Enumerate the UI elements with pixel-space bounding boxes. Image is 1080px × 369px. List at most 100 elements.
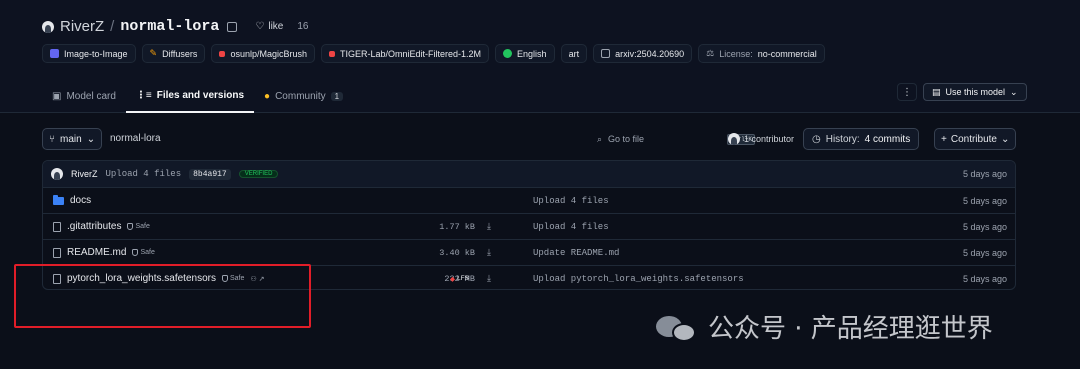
owner-avatar[interactable] — [42, 20, 54, 33]
diffusers-icon: ✎ — [149, 48, 158, 58]
tag-diffusers[interactable]: ✎ Diffusers — [141, 44, 206, 63]
branch-icon: ⑂ — [49, 133, 55, 145]
safe-badge: Safe — [127, 223, 150, 230]
tag-label: osunlp/MagicBrush — [230, 48, 307, 59]
table-row[interactable]: README.md Safe 3.40 kB ⤓ Update README.m… — [43, 239, 1015, 265]
tab-label: Files and versions — [156, 90, 245, 101]
like-button[interactable]: ♡ like — [255, 21, 283, 32]
community-count: 1 — [330, 92, 344, 101]
code-icon: ▤ — [932, 86, 941, 97]
file-time: 5 days ago — [962, 247, 1007, 258]
history-icon: ◷ — [812, 133, 821, 145]
file-name[interactable]: .gitattributes — [67, 221, 121, 232]
like-count[interactable]: 16 — [297, 21, 308, 32]
watermark: 公众号 · 产品经理逛世界 — [656, 308, 993, 345]
file-time: 5 days ago — [962, 195, 1007, 206]
tag-image-to-image[interactable]: Image-to-Image — [42, 44, 136, 63]
history-count: 4 commits — [864, 133, 911, 145]
dataset-icon — [328, 50, 335, 57]
repo-header: RiverZ / normal-lora ♡ like 16 Image-to-… — [0, 0, 1080, 113]
repo-owner-link[interactable]: RiverZ — [60, 18, 104, 35]
lfs-badge: ◆ LFS — [450, 275, 469, 283]
contribute-button[interactable]: + Contribute ⌄ — [934, 128, 1016, 150]
shield-icon — [132, 249, 139, 256]
search-icon: ⌕ — [597, 133, 603, 144]
tag-label: Diffusers — [162, 48, 198, 59]
folder-name[interactable]: docs — [70, 195, 91, 206]
lfs-icon: ◆ — [450, 275, 455, 283]
heart-icon: ♡ — [255, 21, 265, 32]
last-commit-bar: RiverZ Upload 4 files 8b4a917 VERIFIED 5… — [43, 161, 1015, 187]
contributor-avatar — [728, 133, 740, 145]
tag-label: no-commercial — [757, 48, 817, 59]
file-name-cell[interactable]: .gitattributes Safe — [53, 221, 150, 232]
file-name-cell[interactable]: docs — [53, 194, 91, 206]
file-icon — [53, 247, 61, 258]
tag-art[interactable]: art — [560, 44, 588, 63]
globe-icon — [503, 49, 513, 58]
safe-badge: Safe — [132, 249, 155, 256]
table-row[interactable]: .gitattributes Safe 1.77 kB ⤓ Upload 4 f… — [43, 213, 1015, 239]
file-size: 3.40 kB — [439, 247, 475, 258]
watermark-text: 公众号 · 产品经理逛世界 — [708, 314, 993, 344]
commit-author[interactable]: RiverZ — [71, 169, 98, 179]
repo-tabs: ▣ Model card ⋮≡ Files and versions ● Com… — [42, 80, 353, 113]
tab-files-and-versions[interactable]: ⋮≡ Files and versions — [125, 80, 255, 113]
file-size: 1.77 kB — [439, 221, 475, 232]
tag-label: English — [517, 48, 547, 59]
verified-badge: VERIFIED — [238, 170, 279, 178]
download-icon[interactable]: ⤓ — [487, 221, 491, 232]
file-time: 5 days ago — [962, 273, 1007, 284]
download-icon[interactable]: ⤓ — [487, 273, 491, 284]
commit-hash[interactable]: 8b4a917 — [189, 168, 231, 180]
file-time: 5 days ago — [962, 221, 1007, 232]
file-commit-message[interactable]: Upload pytorch_lora_weights.safetensors — [533, 274, 744, 284]
shield-icon — [127, 223, 134, 230]
path-separator: / — [110, 18, 115, 35]
tab-community[interactable]: ● Community 1 — [254, 80, 353, 113]
tag-arxiv[interactable]: arxiv:2504.20690 — [593, 44, 693, 63]
tag-english[interactable]: English — [495, 44, 555, 63]
table-row[interactable]: docs Upload 4 files 5 days ago — [43, 187, 1015, 213]
tag-label: Image-to-Image — [64, 48, 128, 59]
copy-icon[interactable] — [227, 21, 238, 32]
file-name[interactable]: README.md — [67, 247, 126, 258]
file-commit-message[interactable]: Upload 4 files — [533, 222, 609, 232]
history-button[interactable]: ◷ History: 4 commits — [803, 128, 920, 150]
tag-label: art — [568, 48, 580, 59]
use-model-label: Use this model — [945, 87, 1006, 97]
tag-license[interactable]: ⚖ License: no-commercial — [698, 44, 825, 63]
file-commit-message[interactable]: Upload 4 files — [533, 196, 609, 206]
commit-message[interactable]: Upload 4 files — [106, 169, 182, 179]
files-toolbar: ⑂ main ⌄ normal-lora ⌕ Go to file Ctrl+K… — [42, 128, 1016, 150]
lfs-label: LFS — [457, 275, 469, 282]
contributors-link[interactable]: 1 contributor — [728, 133, 794, 145]
breadcrumb[interactable]: normal-lora — [110, 133, 161, 144]
commit-author-avatar — [51, 168, 63, 180]
safe-label: Safe — [135, 223, 150, 230]
highlight-annotation-box — [14, 264, 311, 328]
go-to-file-placeholder: Go to file — [608, 134, 645, 144]
dataset-icon — [219, 50, 226, 57]
download-icon[interactable]: ⤓ — [487, 247, 491, 258]
tag-label: arxiv:2504.20690 — [615, 48, 685, 59]
branch-name: main — [60, 133, 82, 145]
file-name-cell[interactable]: README.md Safe — [53, 247, 155, 258]
branch-selector[interactable]: ⑂ main ⌄ — [42, 128, 103, 150]
tag-dataset-omniedit[interactable]: TIGER-Lab/OmniEdit-Filtered-1.2M — [320, 44, 490, 63]
file-icon — [53, 221, 61, 232]
contributors-label: 1 contributor — [744, 134, 795, 144]
tab-model-card[interactable]: ▣ Model card — [42, 80, 126, 113]
chevron-down-icon: ⌄ — [86, 133, 96, 145]
image-to-image-icon — [50, 49, 59, 58]
repo-name-link[interactable]: normal-lora — [120, 18, 219, 35]
file-commit-message[interactable]: Update README.md — [533, 248, 619, 258]
wechat-icon — [656, 312, 698, 342]
tag-label-prefix: License: — [719, 48, 753, 59]
use-this-model-button[interactable]: ▤ Use this model ⌄ — [923, 83, 1027, 101]
tab-label: Community — [275, 91, 326, 102]
more-options-button[interactable]: ⋮ — [897, 83, 917, 101]
tag-list: Image-to-Image ✎ Diffusers osunlp/MagicB… — [42, 44, 825, 63]
commit-time: 5 days ago — [962, 169, 1007, 179]
tag-dataset-magicbrush[interactable]: osunlp/MagicBrush — [211, 44, 315, 63]
